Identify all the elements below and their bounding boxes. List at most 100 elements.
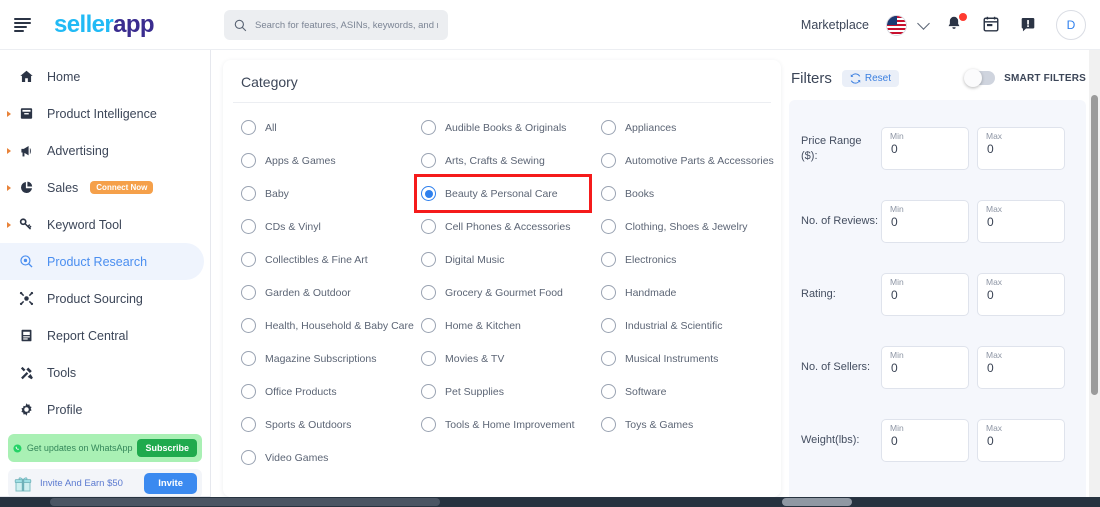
- radio-button[interactable]: [241, 120, 256, 135]
- filter-max-input[interactable]: [987, 434, 1055, 448]
- category-option-office-products[interactable]: Office Products: [241, 375, 421, 408]
- radio-button[interactable]: [601, 351, 616, 366]
- radio-button[interactable]: [241, 153, 256, 168]
- search-input[interactable]: [255, 19, 438, 31]
- category-option-tools-home-improvement[interactable]: Tools & Home Improvement: [421, 408, 601, 441]
- category-option-musical-instruments[interactable]: Musical Instruments: [601, 342, 781, 375]
- radio-button[interactable]: [241, 252, 256, 267]
- category-option-grocery-gourmet-food[interactable]: Grocery & Gourmet Food: [421, 276, 601, 309]
- radio-button[interactable]: [421, 318, 436, 333]
- sidebar-item-tools[interactable]: Tools: [0, 354, 204, 391]
- invite-button[interactable]: Invite: [144, 473, 197, 494]
- category-option-automotive-parts-accessories[interactable]: Automotive Parts & Accessories: [601, 144, 781, 177]
- category-option-cds-vinyl[interactable]: CDs & Vinyl: [241, 210, 421, 243]
- sidebar-item-home[interactable]: Home: [0, 58, 204, 95]
- radio-button[interactable]: [241, 384, 256, 399]
- filter-min-field[interactable]: Min: [881, 419, 969, 462]
- radio-button[interactable]: [421, 153, 436, 168]
- radio-button[interactable]: [421, 186, 436, 201]
- sidebar-item-sales[interactable]: Sales Connect Now: [0, 169, 204, 206]
- category-option-books[interactable]: Books: [601, 177, 781, 210]
- radio-button[interactable]: [241, 417, 256, 432]
- expand-caret-icon[interactable]: [7, 110, 11, 117]
- sidebar-item-keyword-tool[interactable]: Keyword Tool: [0, 206, 204, 243]
- radio-button[interactable]: [601, 153, 616, 168]
- category-option-baby[interactable]: Baby: [241, 177, 421, 210]
- category-option-garden-outdoor[interactable]: Garden & Outdoor: [241, 276, 421, 309]
- promo-invite[interactable]: Invite And Earn $50 Invite: [8, 469, 202, 498]
- sidebar-item-report-central[interactable]: Report Central: [0, 317, 204, 354]
- user-avatar[interactable]: D: [1056, 10, 1086, 40]
- filter-min-field[interactable]: Min: [881, 127, 969, 170]
- expand-caret-icon[interactable]: [7, 184, 11, 191]
- radio-button[interactable]: [241, 285, 256, 300]
- filter-max-field[interactable]: Max: [977, 273, 1065, 316]
- category-option-collectibles-fine-art[interactable]: Collectibles & Fine Art: [241, 243, 421, 276]
- radio-button[interactable]: [421, 417, 436, 432]
- announcement-icon[interactable]: [1019, 15, 1039, 35]
- radio-button[interactable]: [601, 219, 616, 234]
- category-option-appliances[interactable]: Appliances: [601, 111, 781, 144]
- category-option-magazine-subscriptions[interactable]: Magazine Subscriptions: [241, 342, 421, 375]
- category-option-apps-games[interactable]: Apps & Games: [241, 144, 421, 177]
- radio-button[interactable]: [421, 219, 436, 234]
- connect-now-badge[interactable]: Connect Now: [90, 181, 154, 194]
- filter-max-input[interactable]: [987, 215, 1055, 229]
- category-option-audible-books-originals[interactable]: Audible Books & Originals: [421, 111, 601, 144]
- category-option-industrial-scientific[interactable]: Industrial & Scientific: [601, 309, 781, 342]
- radio-button[interactable]: [601, 120, 616, 135]
- radio-button[interactable]: [601, 318, 616, 333]
- filter-min-field[interactable]: Min: [881, 200, 969, 243]
- calendar-icon[interactable]: [982, 15, 1002, 35]
- radio-button[interactable]: [421, 384, 436, 399]
- category-option-digital-music[interactable]: Digital Music: [421, 243, 601, 276]
- category-option-home-kitchen[interactable]: Home & Kitchen: [421, 309, 601, 342]
- subscribe-button[interactable]: Subscribe: [137, 439, 197, 457]
- smart-filters-toggle[interactable]: [964, 69, 996, 87]
- filter-max-input[interactable]: [987, 361, 1055, 375]
- category-option-handmade[interactable]: Handmade: [601, 276, 781, 309]
- category-option-movies-tv[interactable]: Movies & TV: [421, 342, 601, 375]
- reset-filters-button[interactable]: Reset: [841, 69, 899, 87]
- category-option-clothing-shoes-jewelry[interactable]: Clothing, Shoes & Jewelry: [601, 210, 781, 243]
- filter-min-input[interactable]: [891, 215, 959, 229]
- filter-max-input[interactable]: [987, 288, 1055, 302]
- radio-button[interactable]: [241, 186, 256, 201]
- filter-max-input[interactable]: [987, 142, 1055, 156]
- filter-max-field[interactable]: Max: [977, 346, 1065, 389]
- radio-button[interactable]: [601, 186, 616, 201]
- filter-min-input[interactable]: [891, 288, 959, 302]
- category-option-beauty-personal-care[interactable]: Beauty & Personal Care: [414, 174, 592, 213]
- filter-min-input[interactable]: [891, 434, 959, 448]
- category-option-software[interactable]: Software: [601, 375, 781, 408]
- category-option-arts-crafts-sewing[interactable]: Arts, Crafts & Sewing: [421, 144, 601, 177]
- radio-button[interactable]: [421, 120, 436, 135]
- expand-caret-icon[interactable]: [7, 147, 11, 154]
- filter-max-field[interactable]: Max: [977, 127, 1065, 170]
- radio-button[interactable]: [421, 252, 436, 267]
- radio-button[interactable]: [241, 450, 256, 465]
- sidebar-item-product-intelligence[interactable]: Product Intelligence: [0, 95, 204, 132]
- chevron-down-icon[interactable]: [917, 16, 930, 30]
- category-option-pet-supplies[interactable]: Pet Supplies: [421, 375, 601, 408]
- vertical-scrollbar-thumb[interactable]: [1091, 95, 1098, 395]
- horizontal-scrollbar-thumb-secondary[interactable]: [782, 498, 852, 506]
- sellerapp-logo[interactable]: sellerapp: [54, 11, 155, 39]
- filter-max-field[interactable]: Max: [977, 419, 1065, 462]
- notifications-bell-icon[interactable]: [945, 13, 967, 35]
- radio-button[interactable]: [241, 351, 256, 366]
- hamburger-menu-icon[interactable]: [14, 14, 36, 36]
- category-option-toys-games[interactable]: Toys & Games: [601, 408, 781, 441]
- category-option-all[interactable]: All: [241, 111, 421, 144]
- horizontal-scrollbar-thumb[interactable]: [50, 498, 440, 506]
- global-search-box[interactable]: [224, 10, 448, 40]
- filter-min-input[interactable]: [891, 361, 959, 375]
- category-option-electronics[interactable]: Electronics: [601, 243, 781, 276]
- radio-button[interactable]: [241, 318, 256, 333]
- radio-button[interactable]: [421, 351, 436, 366]
- sidebar-item-product-sourcing[interactable]: Product Sourcing: [0, 280, 204, 317]
- radio-button[interactable]: [601, 252, 616, 267]
- promo-whatsapp[interactable]: Get updates on WhatsApp Subscribe: [8, 434, 202, 462]
- filter-min-input[interactable]: [891, 142, 959, 156]
- sidebar-item-advertising[interactable]: Advertising: [0, 132, 204, 169]
